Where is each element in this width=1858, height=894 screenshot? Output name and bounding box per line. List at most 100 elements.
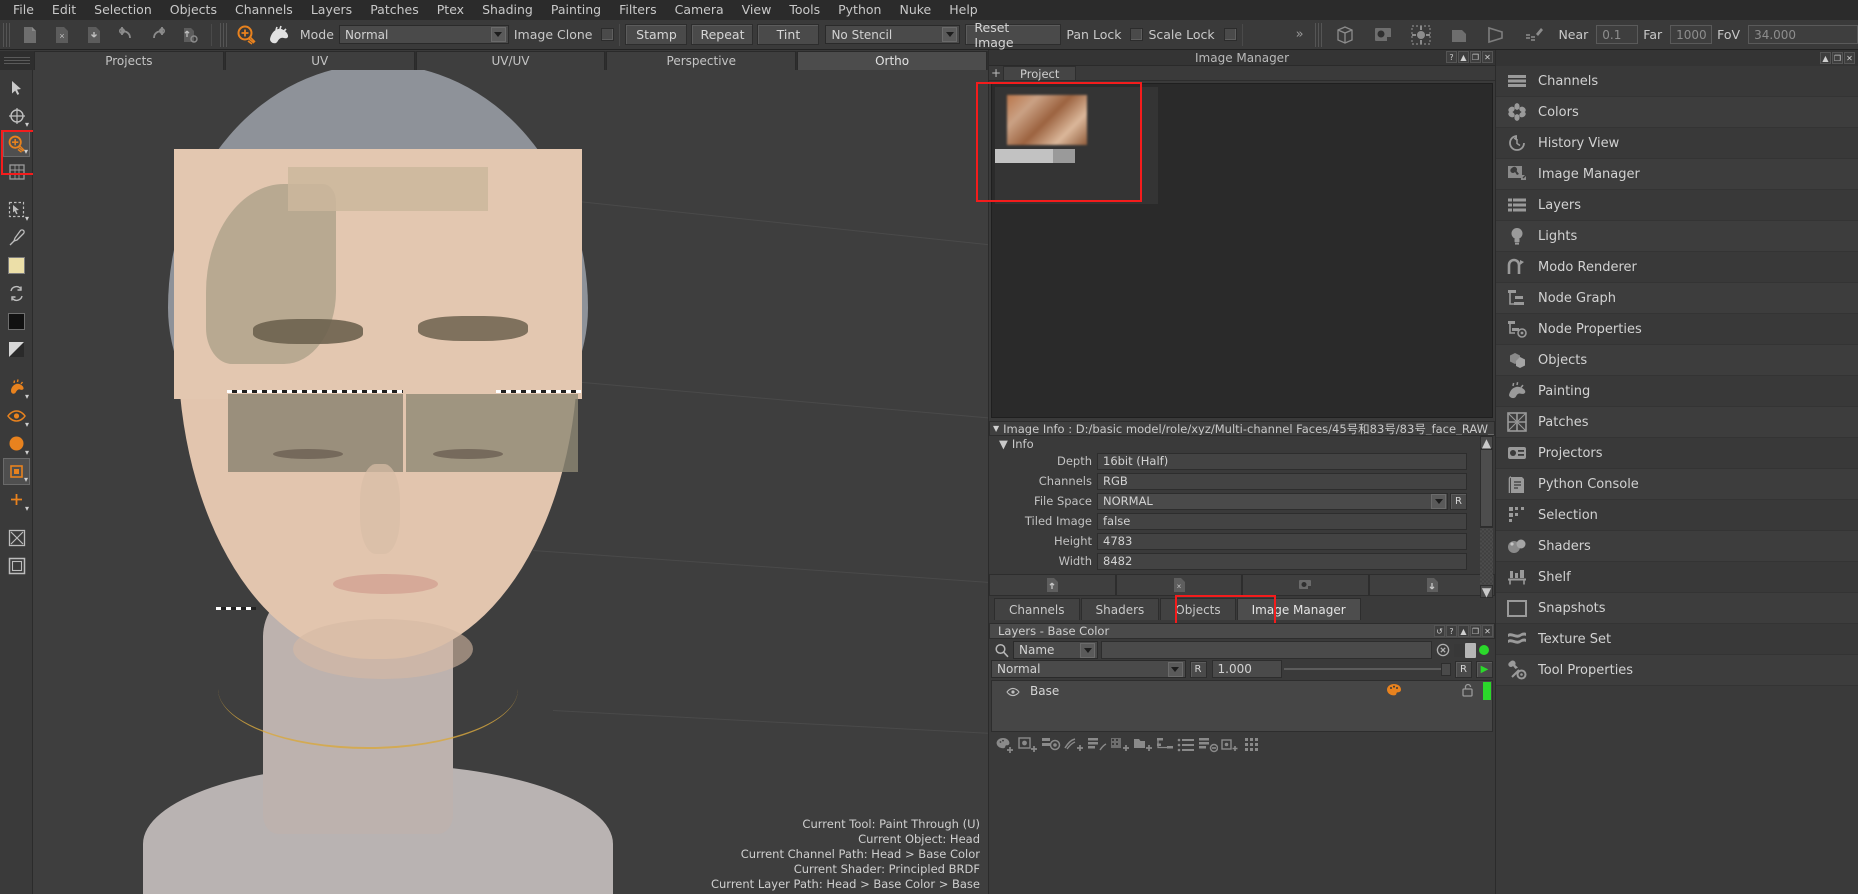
paint-through-active-icon[interactable] — [232, 22, 262, 48]
image-thumbnail-area[interactable] — [991, 83, 1493, 418]
tool-submenu-arrow-icon[interactable]: ▾ — [24, 148, 28, 156]
add-tool[interactable]: ▾ — [3, 486, 30, 513]
stencil-combo[interactable]: No Stencil — [825, 25, 961, 44]
blend-mode-reset-button[interactable]: R — [1189, 660, 1207, 678]
mask-tool[interactable] — [3, 524, 30, 551]
import-image-button[interactable] — [989, 574, 1116, 596]
swatch-foreground[interactable] — [3, 252, 30, 279]
color-picker-tool[interactable] — [3, 224, 30, 251]
tab-ortho[interactable]: Ortho — [797, 51, 987, 70]
sidebar-item-modo-renderer[interactable]: Modo Renderer — [1496, 252, 1858, 283]
tab-uv[interactable]: UV — [224, 51, 415, 70]
float-icon[interactable]: ❐ — [1832, 52, 1843, 64]
toolbar-grip-1[interactable] — [3, 22, 11, 47]
add-group-layer-icon[interactable] — [1087, 736, 1107, 757]
help-icon[interactable]: ? — [1446, 51, 1457, 63]
clear-search-icon[interactable] — [1435, 642, 1451, 658]
toolbar-overflow-icon[interactable]: » — [1288, 27, 1312, 42]
tool-submenu-arrow-icon[interactable]: ▾ — [25, 421, 29, 429]
head-model[interactable] — [88, 70, 618, 894]
sidebar-item-tool-properties[interactable]: Tool Properties — [1496, 655, 1858, 686]
sidebar-item-objects[interactable]: Objects — [1496, 345, 1858, 376]
shading-preview-icon[interactable] — [1365, 22, 1401, 48]
swatch-black[interactable] — [3, 308, 30, 335]
menu-shading[interactable]: Shading — [473, 0, 542, 20]
sidebar-item-node-graph[interactable]: Node Graph — [1496, 283, 1858, 314]
frame-tool[interactable] — [3, 552, 30, 579]
3d-viewport[interactable]: Current Tool: Paint Through (U) Current … — [33, 70, 988, 894]
float-icon[interactable]: ❐ — [1470, 51, 1481, 63]
layer-list-view-icon[interactable] — [1177, 737, 1195, 756]
chevron-down-icon[interactable] — [490, 27, 506, 42]
tool-submenu-arrow-icon[interactable]: ▾ — [25, 393, 29, 401]
chevron-down-icon[interactable] — [1431, 493, 1446, 509]
search-icon[interactable] — [993, 642, 1010, 659]
paint-tool[interactable]: ▾ — [3, 374, 30, 401]
image-info-scrollbar[interactable]: ▲ ▼ — [1480, 436, 1493, 599]
view-image-button[interactable] — [1242, 574, 1369, 596]
menu-edit[interactable]: Edit — [43, 0, 85, 20]
image-info-header[interactable]: ▼ Image Info : D:/basic model/role/xyz/M… — [989, 421, 1495, 436]
layer-properties-icon[interactable] — [1156, 736, 1174, 757]
scroll-thumb[interactable] — [1480, 449, 1493, 527]
menu-filters[interactable]: Filters — [610, 0, 665, 20]
sidebar-item-snapshots[interactable]: Snapshots — [1496, 593, 1858, 624]
value-width[interactable]: 8482 — [1097, 552, 1467, 570]
refresh-icon[interactable]: ↺ — [1434, 625, 1445, 637]
layers-filter-toggle[interactable] — [1454, 642, 1476, 658]
sidebar-item-texture-set[interactable]: Texture Set — [1496, 624, 1858, 655]
visibility-tool[interactable]: ▾ — [3, 402, 30, 429]
stamp-button[interactable]: Stamp — [625, 24, 688, 45]
tool-submenu-arrow-icon[interactable]: ▾ — [25, 449, 29, 457]
menu-help[interactable]: Help — [940, 0, 987, 20]
mode-combo[interactable]: Normal — [338, 25, 509, 44]
gradient-tool[interactable] — [3, 336, 30, 363]
image-clone-checkbox[interactable] — [601, 28, 615, 41]
tab-image-manager[interactable]: Image Manager — [1236, 598, 1361, 620]
menu-channels[interactable]: Channels — [226, 0, 302, 20]
sidebar-item-history-view[interactable]: History View — [1496, 128, 1858, 159]
object-shape-icon[interactable] — [1441, 22, 1477, 48]
sidebar-item-painting[interactable]: Painting — [1496, 376, 1858, 407]
value-tiled-image[interactable]: false — [1097, 512, 1467, 530]
sidebar-item-channels[interactable]: Channels — [1496, 66, 1858, 97]
sidebar-item-projectors[interactable]: Projectors — [1496, 438, 1858, 469]
menu-nuke[interactable]: Nuke — [890, 0, 940, 20]
value-channels[interactable]: RGB — [1097, 472, 1467, 490]
export-settings-icon[interactable] — [175, 22, 205, 48]
sidebar-item-image-manager[interactable]: Image Manager — [1496, 159, 1858, 190]
menu-python[interactable]: Python — [829, 0, 890, 20]
chevron-down-icon[interactable] — [942, 27, 958, 42]
paint-buffer-tool[interactable] — [3, 158, 30, 185]
tool-submenu-arrow-icon[interactable]: ▾ — [25, 121, 29, 129]
opacity-reset-button[interactable]: R — [1455, 660, 1472, 678]
sidebar-item-selection[interactable]: Selection — [1496, 500, 1858, 531]
menu-ptex[interactable]: Ptex — [428, 0, 473, 20]
opacity-slider[interactable] — [1283, 662, 1451, 677]
swap-colors-tool[interactable] — [3, 280, 30, 307]
menu-selection[interactable]: Selection — [85, 0, 161, 20]
far-field[interactable]: 1000 — [1670, 25, 1713, 44]
tool-submenu-arrow-icon[interactable]: ▾ — [25, 505, 29, 513]
add-mask-icon[interactable] — [1064, 736, 1084, 757]
repeat-button[interactable]: Repeat — [691, 24, 754, 45]
list-item[interactable]: Base — [992, 681, 1492, 701]
layers-list[interactable]: Base — [991, 680, 1493, 732]
close-icon[interactable]: ✕ — [1482, 625, 1493, 637]
add-channel-layer-icon[interactable] — [1110, 736, 1130, 757]
project-tab[interactable]: Project — [1003, 66, 1077, 81]
collapse-icon[interactable]: ▲ — [1820, 52, 1831, 64]
fov-field[interactable]: 34.000 — [1748, 25, 1858, 44]
perspective-frustum-icon[interactable] — [1478, 22, 1514, 48]
toolbar-grip-3[interactable] — [1314, 22, 1323, 47]
add-folder-icon[interactable] — [1133, 736, 1153, 757]
help-icon[interactable]: ? — [1446, 625, 1457, 637]
duplicate-layer-icon[interactable] — [1221, 736, 1241, 757]
tool-submenu-arrow-icon[interactable]: ▾ — [24, 476, 28, 484]
opacity-field[interactable]: 1.000 — [1211, 660, 1282, 678]
tab-objects[interactable]: Objects — [1160, 598, 1236, 620]
add-paint-layer-icon[interactable] — [995, 736, 1015, 757]
marquee-select-tool[interactable]: ▾ — [3, 196, 30, 223]
value-depth[interactable]: 16bit (Half) — [1097, 452, 1467, 470]
info-section-header[interactable]: ▼ Info — [989, 436, 1479, 451]
